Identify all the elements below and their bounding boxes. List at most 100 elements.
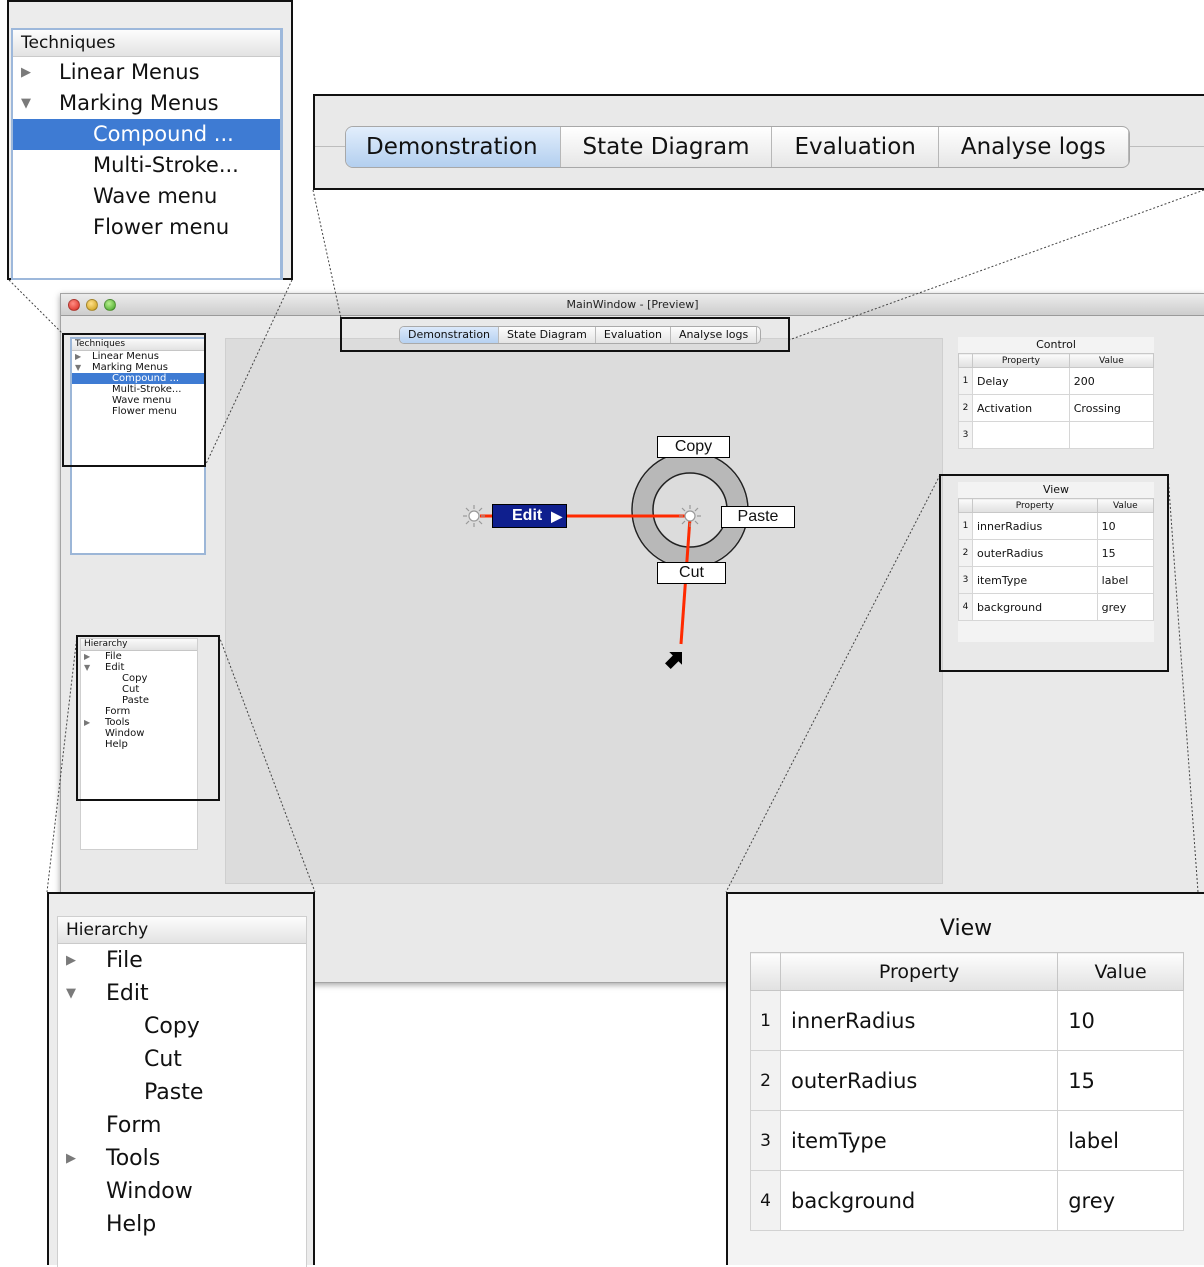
tree-item-tools[interactable]: ▶ Tools [58, 1142, 306, 1175]
tree-item-multi-stroke[interactable]: Multi-Stroke... [13, 150, 280, 181]
tree-item-wave-menu[interactable]: Wave menu [13, 181, 280, 212]
tree-item-help[interactable]: Help [81, 739, 197, 750]
column-header-property[interactable]: Property [972, 498, 1098, 513]
tree-item-cut[interactable]: Cut [58, 1043, 306, 1076]
tree-item-paste[interactable]: Paste [58, 1076, 306, 1109]
column-header-property[interactable]: Property [779, 952, 1059, 991]
tree-item-tools[interactable]: ▶ Tools [81, 717, 197, 728]
table-row[interactable]: 2 outerRadius 15 [750, 1050, 1184, 1111]
table-row[interactable]: 3 itemType label [958, 566, 1155, 594]
tree-item-compound[interactable]: Compound ... [72, 373, 204, 384]
property-cell[interactable]: outerRadius [972, 539, 1098, 567]
tree-item-form[interactable]: Form [58, 1109, 306, 1142]
property-cell[interactable]: innerRadius [779, 990, 1059, 1051]
tree-item-flower-menu[interactable]: Flower menu [13, 212, 280, 243]
value-cell[interactable]: 200 [1068, 367, 1155, 395]
table-row[interactable]: 4 background grey [958, 593, 1155, 621]
menu-item-edit[interactable]: Edit ▶ [492, 504, 567, 528]
techniques-header[interactable]: Techniques [13, 30, 280, 57]
table-row[interactable]: 3 itemType label [750, 1110, 1184, 1171]
property-cell[interactable]: Activation [972, 394, 1070, 422]
value-cell[interactable]: grey [1057, 1170, 1184, 1231]
table-row[interactable]: 1 Delay 200 [958, 367, 1155, 395]
expand-arrow-icon[interactable]: ▶ [75, 351, 81, 362]
tree-item-edit[interactable]: ▼ Edit [81, 662, 197, 673]
collapse-arrow-icon[interactable]: ▼ [84, 662, 90, 673]
table-row[interactable]: 2 Activation Crossing [958, 394, 1155, 422]
value-cell[interactable]: 10 [1096, 512, 1155, 540]
column-header-value[interactable]: Value [1057, 952, 1184, 991]
column-header-value[interactable]: Value [1068, 353, 1155, 368]
tree-item-edit[interactable]: ▼ Edit [58, 977, 306, 1010]
menu-item-copy[interactable]: Copy [657, 436, 730, 458]
property-cell[interactable]: outerRadius [779, 1050, 1059, 1111]
value-cell[interactable]: 15 [1096, 539, 1155, 567]
collapse-arrow-icon[interactable]: ▼ [75, 362, 81, 373]
property-cell[interactable]: itemType [972, 566, 1098, 594]
expand-arrow-icon[interactable]: ▶ [21, 57, 31, 88]
value-cell[interactable]: 10 [1057, 990, 1184, 1051]
tab-analyse-logs[interactable]: Analyse logs [939, 127, 1129, 167]
column-header-value[interactable]: Value [1096, 498, 1155, 513]
table-row[interactable]: 2 outerRadius 15 [958, 539, 1155, 567]
tree-item-window[interactable]: Window [58, 1175, 306, 1208]
property-cell[interactable]: Delay [972, 367, 1070, 395]
property-cell[interactable]: innerRadius [972, 512, 1098, 540]
tree-item-marking-menus[interactable]: ▼ Marking Menus [13, 88, 280, 119]
tab-evaluation[interactable]: Evaluation [596, 327, 671, 343]
collapse-arrow-icon[interactable]: ▼ [21, 88, 31, 119]
tab-evaluation[interactable]: Evaluation [772, 127, 939, 167]
tree-item-linear-menus[interactable]: ▶ Linear Menus [72, 351, 204, 362]
tab-demonstration[interactable]: Demonstration [346, 127, 561, 167]
tree-item-help[interactable]: Help [58, 1208, 306, 1241]
tree-item-flower-menu[interactable]: Flower menu [72, 406, 204, 417]
tree-item-file[interactable]: ▶ File [81, 651, 197, 662]
tree-item-compound[interactable]: Compound ... [13, 119, 280, 150]
hierarchy-header[interactable]: Hierarchy [81, 639, 197, 651]
tree-item-form[interactable]: Form [81, 706, 197, 717]
tab-state-diagram[interactable]: State Diagram [561, 127, 773, 167]
tree-item-copy[interactable]: Copy [58, 1010, 306, 1043]
tab-state-diagram[interactable]: State Diagram [499, 327, 596, 343]
hierarchy-header[interactable]: Hierarchy [58, 917, 306, 944]
tree-item-paste[interactable]: Paste [81, 695, 197, 706]
tab-demonstration[interactable]: Demonstration [400, 327, 500, 343]
menu-item-cut[interactable]: Cut [657, 562, 726, 584]
tree-item-wave-menu[interactable]: Wave menu [72, 395, 204, 406]
expand-arrow-icon[interactable]: ▶ [84, 651, 90, 662]
tree-item-copy[interactable]: Copy [81, 673, 197, 684]
table-row[interactable]: 1 innerRadius 10 [750, 990, 1184, 1051]
tree-item-cut[interactable]: Cut [81, 684, 197, 695]
value-cell[interactable] [1068, 421, 1155, 449]
value-cell[interactable]: grey [1096, 593, 1155, 621]
tree-item-window[interactable]: Window [81, 728, 197, 739]
title-bar[interactable]: MainWindow - [Preview] [61, 294, 1204, 316]
value-cell[interactable]: label [1057, 1110, 1184, 1171]
column-header-property[interactable]: Property [972, 353, 1070, 368]
expand-arrow-icon[interactable]: ▶ [84, 717, 90, 728]
property-cell[interactable] [972, 421, 1070, 449]
minimize-window-button[interactable] [86, 299, 98, 311]
tree-item-multi-stroke[interactable]: Multi-Stroke... [72, 384, 204, 395]
value-cell[interactable]: 15 [1057, 1050, 1184, 1111]
menu-item-paste[interactable]: Paste [721, 506, 795, 528]
tab-analyse-logs[interactable]: Analyse logs [671, 327, 758, 343]
preview-canvas[interactable] [225, 338, 943, 884]
expand-arrow-icon[interactable]: ▶ [66, 1142, 76, 1175]
collapse-arrow-icon[interactable]: ▼ [66, 977, 76, 1010]
tree-item-file[interactable]: ▶ File [58, 944, 306, 977]
expand-arrow-icon[interactable]: ▶ [66, 944, 76, 977]
table-row[interactable]: 1 innerRadius 10 [958, 512, 1155, 540]
table-row[interactable]: 3 [958, 421, 1155, 449]
property-cell[interactable]: background [779, 1170, 1059, 1231]
table-row[interactable]: 4 background grey [750, 1170, 1184, 1231]
property-cell[interactable]: background [972, 593, 1098, 621]
value-cell[interactable]: label [1096, 566, 1155, 594]
techniques-header[interactable]: Techniques [72, 339, 204, 351]
value-cell[interactable]: Crossing [1068, 394, 1155, 422]
tree-item-marking-menus[interactable]: ▼ Marking Menus [72, 362, 204, 373]
property-cell[interactable]: itemType [779, 1110, 1059, 1171]
close-window-button[interactable] [68, 299, 80, 311]
tree-item-linear-menus[interactable]: ▶ Linear Menus [13, 57, 280, 88]
zoom-window-button[interactable] [104, 299, 116, 311]
